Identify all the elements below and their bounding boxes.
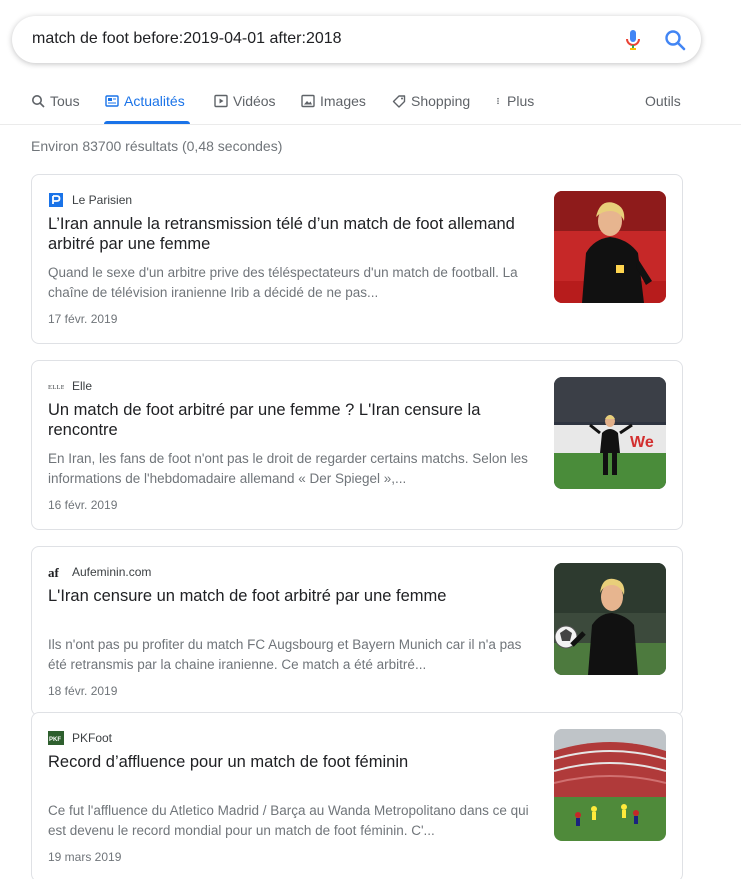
- active-tab-indicator: [104, 121, 190, 124]
- news-snippet: Quand le sexe d'un arbitre prive des tél…: [48, 265, 518, 300]
- news-source: af Aufeminin.com: [48, 564, 151, 580]
- tab-label: Outils: [645, 93, 681, 109]
- aufeminin-logo: af: [48, 564, 64, 580]
- image-icon: [301, 94, 315, 108]
- search-icon[interactable]: [664, 29, 686, 51]
- news-date: 17 févr. 2019: [48, 312, 118, 326]
- newspaper-icon: [105, 95, 119, 107]
- news-thumbnail[interactable]: [554, 191, 666, 303]
- svg-text:af: af: [48, 565, 60, 580]
- tab-label: Tous: [50, 93, 80, 109]
- news-source: PKF PKFoot: [48, 730, 112, 746]
- news-card[interactable]: Le Parisien L’Iran annule la retransmiss…: [31, 174, 683, 344]
- news-source: Le Parisien: [48, 192, 132, 208]
- news-headline[interactable]: L'Iran censure un match de foot arbitré …: [48, 586, 518, 606]
- search-input[interactable]: match de foot before:2019-04-01 after:20…: [32, 30, 342, 48]
- news-snippet: En Iran, les fans de foot n'ont pas le d…: [48, 451, 528, 486]
- news-card[interactable]: af Aufeminin.com L'Iran censure un match…: [31, 546, 683, 716]
- news-source-name: Aufeminin.com: [72, 565, 152, 579]
- more-vertical-icon: [497, 97, 499, 105]
- news-thumbnail[interactable]: We: [554, 377, 666, 489]
- news-headline[interactable]: Un match de foot arbitré par une femme ?…: [48, 400, 518, 440]
- pkfoot-logo: PKF: [48, 730, 64, 746]
- elle-logo: ELLE: [48, 378, 64, 394]
- news-snippet: Ce fut l'affluence du Atletico Madrid / …: [48, 803, 529, 838]
- news-source-name: PKFoot: [72, 731, 113, 745]
- news-date: 16 févr. 2019: [48, 498, 118, 512]
- news-snippet: Ils n'ont pas pu profiter du match FC Au…: [48, 637, 522, 672]
- news-source-name: Le Parisien: [72, 193, 133, 207]
- tab-label: Actualités: [124, 93, 185, 109]
- svg-text:We: We: [630, 434, 654, 451]
- play-icon: [214, 94, 228, 108]
- tab-label: Shopping: [411, 93, 471, 109]
- tab-label: Vidéos: [233, 93, 276, 109]
- tab-shopping[interactable]: Shopping: [392, 93, 470, 109]
- microphone-icon[interactable]: [624, 29, 642, 51]
- tab-tous[interactable]: Tous: [31, 93, 80, 109]
- news-card[interactable]: ELLE Elle Un match de foot arbitré par u…: [31, 360, 683, 530]
- tab-actualites[interactable]: Actualités: [105, 93, 185, 109]
- tab-plus[interactable]: Plus: [494, 93, 534, 109]
- news-headline[interactable]: L’Iran annule la retransmission télé d’u…: [48, 214, 518, 254]
- search-icon: [32, 95, 45, 108]
- news-source: ELLE Elle: [48, 378, 92, 394]
- news-date: 18 févr. 2019: [48, 684, 118, 698]
- tab-videos[interactable]: Vidéos: [214, 93, 276, 109]
- le-parisien-logo: [48, 192, 64, 208]
- news-headline[interactable]: Record d’affluence pour un match de foot…: [48, 752, 518, 772]
- tab-outils[interactable]: Outils: [645, 93, 681, 109]
- news-thumbnail[interactable]: [554, 563, 666, 675]
- svg-text:PKF: PKF: [49, 737, 61, 743]
- tag-icon: [392, 95, 406, 108]
- tab-images[interactable]: Images: [301, 93, 366, 109]
- search-tabs: Tous Actualités Vidéos Images Shopping P…: [0, 82, 741, 125]
- tab-label: Images: [320, 93, 366, 109]
- result-stats: Environ 83700 résultats (0,48 secondes): [31, 138, 283, 154]
- news-card[interactable]: PKF PKFoot Record d’affluence pour un ma…: [31, 712, 683, 879]
- svg-text:ELLE: ELLE: [48, 384, 64, 391]
- news-source-name: Elle: [72, 379, 93, 393]
- news-thumbnail[interactable]: [554, 729, 666, 841]
- news-date: 19 mars 2019: [48, 850, 122, 864]
- tab-label: Plus: [507, 93, 535, 109]
- search-box[interactable]: match de foot before:2019-04-01 after:20…: [12, 16, 701, 63]
